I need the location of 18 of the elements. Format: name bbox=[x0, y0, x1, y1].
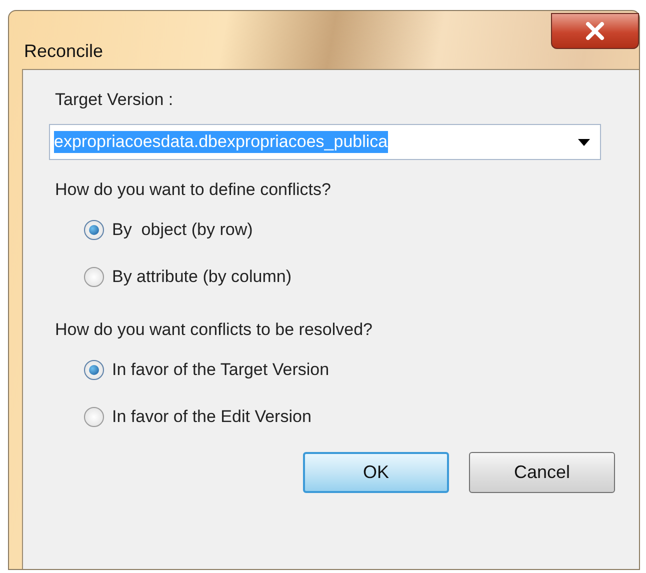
dialog-button[interactable]: Cancel bbox=[469, 452, 615, 493]
target-version-label: Target Version : bbox=[55, 90, 174, 110]
question-text: How do you want conflicts to be resolved? bbox=[55, 320, 373, 340]
radio-button[interactable] bbox=[84, 220, 104, 240]
close-icon bbox=[584, 22, 606, 40]
caret-icon bbox=[578, 138, 590, 146]
dialog-button[interactable]: OK bbox=[303, 452, 449, 493]
close-button[interactable] bbox=[551, 13, 639, 49]
dropdown-value: expropriacoesdata.dbexpropriacoes_publica bbox=[54, 131, 388, 153]
question-text: How do you want to define conflicts? bbox=[55, 180, 331, 200]
radio-label[interactable]: In favor of the Target Version bbox=[112, 360, 330, 380]
radio-button[interactable] bbox=[84, 360, 104, 380]
radio-button[interactable] bbox=[84, 406, 104, 426]
radio-label[interactable]: By object (by row) bbox=[112, 220, 253, 240]
radio-label[interactable]: In favor of the Edit Version bbox=[112, 406, 312, 426]
radio-button[interactable] bbox=[84, 266, 104, 286]
radio-label[interactable]: By attribute (by column) bbox=[112, 266, 292, 286]
window-title: Reconcile bbox=[24, 41, 104, 62]
